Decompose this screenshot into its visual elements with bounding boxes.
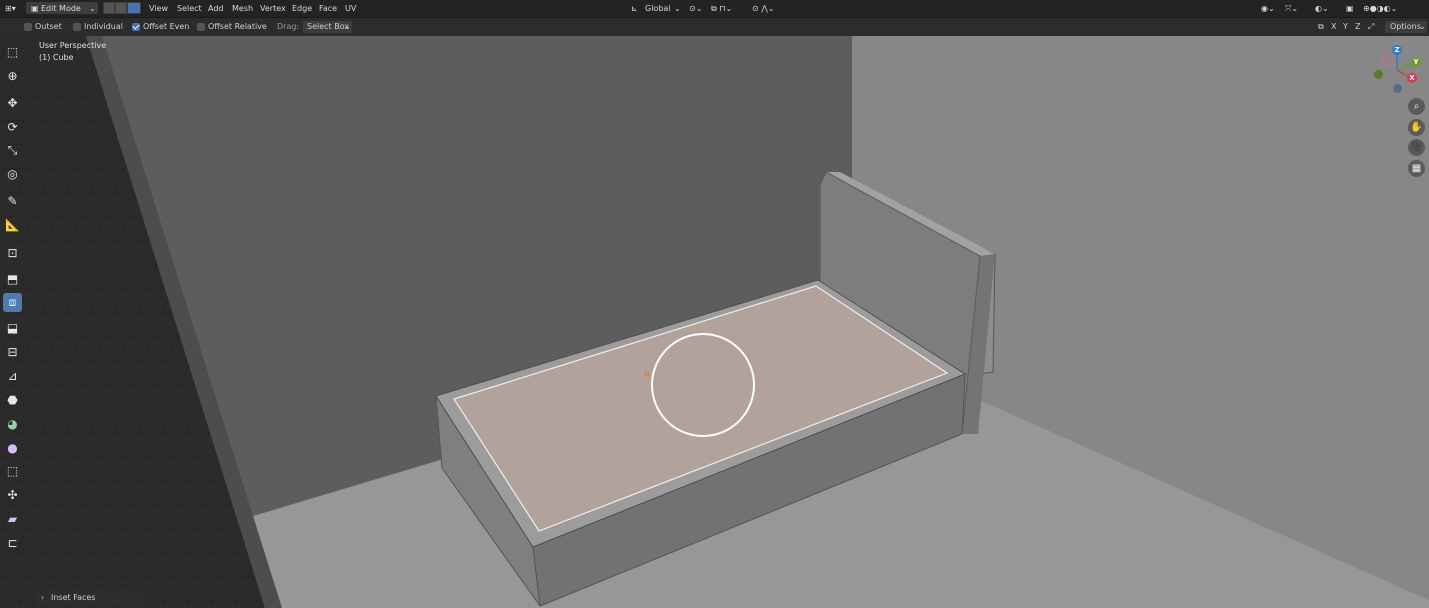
gizmo-toggle-icon[interactable]: ⤧⌄ bbox=[1282, 2, 1301, 15]
tool-shelf: ⬚ ⊕ ✥ ⟳ ⤡ ◎ ✎ 📐 ⊡ ⬒ ⧈ ⬓ ⊟ ⊿ ⬣ ◕ ● ⬚ ✣ ▰ … bbox=[0, 42, 26, 557]
menu-face[interactable]: Face bbox=[316, 2, 340, 15]
xray-icon[interactable]: ▣ bbox=[1343, 2, 1357, 15]
chevron-right-icon: › bbox=[41, 593, 45, 602]
vertex-select-icon[interactable] bbox=[104, 3, 114, 13]
axis-x-toggle[interactable]: X bbox=[1331, 21, 1336, 33]
view-perspective-label: User Perspective bbox=[39, 41, 107, 50]
zoom-icon[interactable]: ⌕ bbox=[1408, 98, 1425, 115]
pivot-point-icon[interactable]: ⊙⌄ bbox=[686, 2, 705, 15]
operator-panel-label: Inset Faces bbox=[51, 593, 96, 602]
chevron-down-icon: ⌄ bbox=[1419, 22, 1426, 31]
add-cube-icon[interactable]: ⊡ bbox=[3, 243, 22, 262]
orientation-icon: ⊾ bbox=[631, 4, 638, 13]
overlays-icon[interactable]: ◐⌄ bbox=[1312, 2, 1332, 15]
spin-icon[interactable]: ◕ bbox=[3, 414, 22, 433]
link-icon[interactable]: ⤢ bbox=[1368, 21, 1374, 33]
perspective-grid-icon[interactable]: ▦ bbox=[1408, 160, 1425, 177]
offset-relative-checkbox[interactable] bbox=[197, 23, 205, 31]
drag-dropdown[interactable]: Select Box ⌄ bbox=[303, 21, 352, 33]
offset-even-label: Offset Even bbox=[143, 22, 190, 31]
rotate-icon[interactable]: ⟳ bbox=[3, 117, 22, 136]
shading-modes-icon[interactable]: ⊕●◑◐⌄ bbox=[1360, 2, 1400, 15]
pan-hand-icon[interactable]: ✋ bbox=[1408, 119, 1425, 136]
outset-checkbox[interactable] bbox=[24, 23, 32, 31]
snap-icon[interactable]: ⧉ ⊓⌄ bbox=[708, 2, 735, 15]
menu-vertex[interactable]: Vertex bbox=[257, 2, 289, 15]
proportional-edit-icon[interactable]: ⊙ ⋀⌄ bbox=[749, 2, 778, 15]
menu-uv[interactable]: UV bbox=[342, 2, 359, 15]
mirror-icon[interactable]: ⧉ bbox=[1318, 21, 1324, 33]
chevron-down-icon: ⌄ bbox=[344, 22, 351, 31]
rip-region-icon[interactable]: ⊏ bbox=[3, 533, 22, 552]
edge-slide-icon[interactable]: ⬚ bbox=[3, 461, 22, 480]
gizmo-z-axis[interactable]: Z bbox=[1392, 45, 1402, 55]
face-select-icon[interactable] bbox=[128, 3, 140, 13]
gizmo-neg-x[interactable] bbox=[1382, 55, 1393, 66]
camera-icon[interactable]: 🎥 bbox=[1408, 139, 1425, 156]
mode-label: Edit Mode bbox=[41, 4, 81, 13]
visibility-icon[interactable]: ◉⌄ bbox=[1258, 2, 1278, 15]
drag-label: Drag: bbox=[277, 22, 300, 31]
chevron-down-icon[interactable]: ⌄ bbox=[671, 2, 684, 15]
menu-view[interactable]: View bbox=[146, 2, 171, 15]
shear-icon[interactable]: ▰ bbox=[3, 509, 22, 528]
orientation-label[interactable]: Global bbox=[642, 2, 674, 15]
3d-viewport[interactable]: User Perspective (1) Cube ⬚ ⊕ ✥ ⟳ ⤡ ◎ ✎ … bbox=[0, 36, 1429, 608]
offset-relative-label: Offset Relative bbox=[208, 22, 267, 31]
menu-mesh[interactable]: Mesh bbox=[229, 2, 256, 15]
extrude-icon[interactable]: ⬒ bbox=[3, 269, 22, 288]
measure-icon[interactable]: 📐 bbox=[3, 215, 22, 234]
inset-faces-icon[interactable]: ⧈ bbox=[3, 293, 22, 312]
gizmo-y-axis[interactable]: Y bbox=[1411, 57, 1421, 67]
axis-z-toggle[interactable]: Z bbox=[1355, 21, 1360, 33]
edge-select-icon[interactable] bbox=[116, 3, 126, 13]
shrink-fatten-icon[interactable]: ✣ bbox=[3, 485, 22, 504]
gizmo-x-axis[interactable]: X bbox=[1407, 73, 1417, 83]
drag-value: Select Box bbox=[307, 22, 350, 31]
operator-panel[interactable]: › Inset Faces bbox=[36, 590, 145, 606]
individual-label: Individual bbox=[84, 22, 123, 31]
tool-settings-bar: Outset Individual Offset Even Offset Rel… bbox=[0, 18, 1429, 36]
mode-selector[interactable]: ▣ Edit Mode ⌄ bbox=[26, 2, 98, 14]
poly-build-icon[interactable]: ⬣ bbox=[3, 390, 22, 409]
gizmo-neg-y[interactable] bbox=[1374, 70, 1383, 79]
chevron-down-icon: ⌄ bbox=[89, 4, 96, 13]
navigation-gizmo[interactable]: Z Y X bbox=[1370, 44, 1426, 96]
scene-render bbox=[0, 36, 1429, 608]
select-box-icon[interactable]: ⬚ bbox=[3, 42, 22, 61]
editor-type-button[interactable]: ⊞▾ bbox=[2, 2, 19, 15]
individual-checkbox[interactable] bbox=[73, 23, 81, 31]
loop-cut-icon[interactable]: ⊟ bbox=[3, 342, 22, 361]
smooth-icon[interactable]: ● bbox=[3, 438, 22, 457]
cursor-icon[interactable]: ⊕ bbox=[3, 66, 22, 85]
knife-icon[interactable]: ⊿ bbox=[3, 366, 22, 385]
select-mode-group bbox=[103, 2, 141, 14]
options-dropdown[interactable]: Options ⌄ bbox=[1385, 21, 1427, 33]
menu-select[interactable]: Select bbox=[174, 2, 205, 15]
offset-even-checkbox[interactable] bbox=[132, 23, 140, 31]
bevel-icon[interactable]: ⬓ bbox=[3, 318, 22, 337]
options-label: Options bbox=[1390, 22, 1421, 31]
menu-edge[interactable]: Edge bbox=[289, 2, 315, 15]
axis-y-toggle[interactable]: Y bbox=[1343, 21, 1348, 33]
transform-icon[interactable]: ◎ bbox=[3, 164, 22, 183]
scale-icon[interactable]: ⤡ bbox=[3, 141, 22, 160]
editor-header: ⊞▾ ▣ Edit Mode ⌄ View Select Add Mesh Ve… bbox=[0, 0, 1429, 18]
outset-label: Outset bbox=[35, 22, 62, 31]
move-icon[interactable]: ✥ bbox=[3, 93, 22, 112]
menu-add[interactable]: Add bbox=[205, 2, 227, 15]
annotate-icon[interactable]: ✎ bbox=[3, 191, 22, 210]
gizmo-neg-z[interactable] bbox=[1393, 84, 1402, 93]
active-object-label: (1) Cube bbox=[39, 53, 74, 62]
